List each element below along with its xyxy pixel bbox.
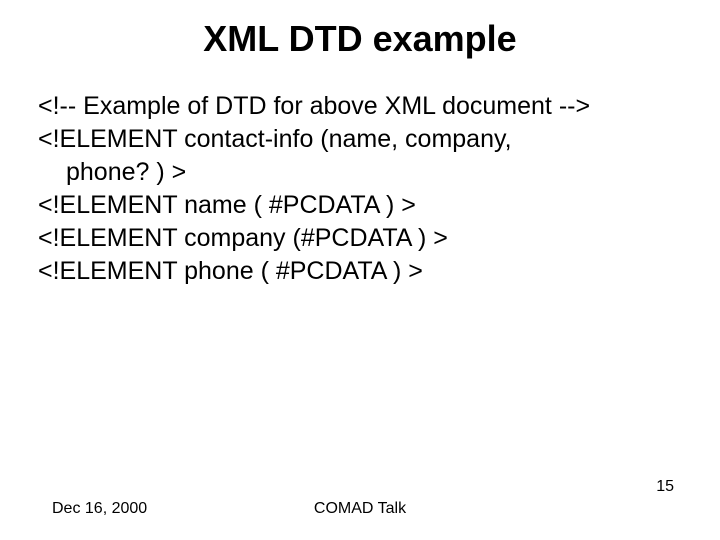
dtd-line: <!ELEMENT contact-info (name, company,	[38, 123, 682, 156]
slide-title: XML DTD example	[0, 18, 720, 60]
dtd-line: <!ELEMENT name ( #PCDATA ) >	[38, 189, 682, 222]
slide: XML DTD example <!-- Example of DTD for …	[0, 0, 720, 540]
slide-body: <!-- Example of DTD for above XML docume…	[38, 90, 682, 288]
dtd-line: <!ELEMENT phone ( #PCDATA ) >	[38, 255, 682, 288]
dtd-line: phone? ) >	[38, 156, 682, 189]
dtd-line: <!ELEMENT company (#PCDATA ) >	[38, 222, 682, 255]
footer-center: COMAD Talk	[0, 500, 720, 518]
dtd-line: <!-- Example of DTD for above XML docume…	[38, 90, 682, 123]
page-number: 15	[656, 478, 674, 496]
